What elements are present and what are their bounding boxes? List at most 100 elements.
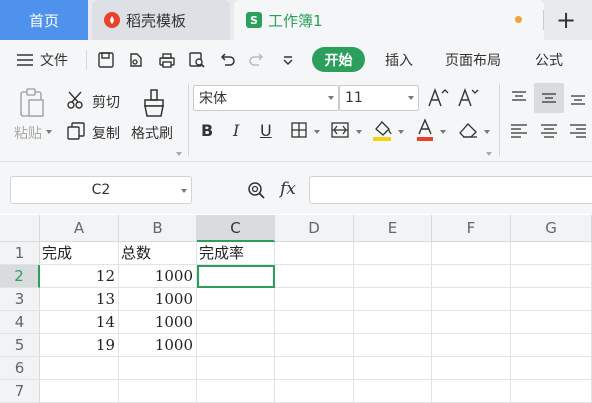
copy-button[interactable]: 复制 [92,123,120,143]
paste-button[interactable]: 粘贴 [14,123,42,143]
cell-c7[interactable] [197,380,275,403]
export-icon[interactable] [126,50,146,70]
tab-workbook[interactable]: S 工作簿1 [234,0,544,40]
row-header-2[interactable]: 2 [0,265,40,288]
cell-b1[interactable]: 总数 [119,242,197,265]
menu-formula[interactable]: 公式 [535,48,563,72]
more-dropdown-icon[interactable] [278,50,298,70]
cell-b2[interactable]: 1000 [119,265,197,288]
cell-e3[interactable] [354,288,432,311]
row-header-3[interactable]: 3 [0,288,40,311]
name-box[interactable]: C2 [10,176,192,204]
cell-c5[interactable] [197,334,275,357]
bold-button[interactable]: B [201,121,213,140]
column-header-b[interactable]: B [119,215,197,242]
cell-f4[interactable] [432,311,511,334]
cell-g1[interactable] [511,242,592,265]
align-right-icon[interactable] [566,120,590,142]
undo-icon[interactable] [217,50,237,70]
cut-button[interactable]: 剪切 [92,92,120,112]
cell-d4[interactable] [275,311,354,334]
cell-f2[interactable] [432,265,511,288]
cell-a6[interactable] [40,357,119,380]
cell-d2[interactable] [275,265,354,288]
align-left-icon[interactable] [507,120,531,142]
cell-a5[interactable]: 19 [40,334,119,357]
cell-b3[interactable]: 1000 [119,288,197,311]
column-header-d[interactable]: D [275,215,354,242]
font-size-select[interactable]: 11 [339,85,419,111]
cell-b5[interactable]: 1000 [119,334,197,357]
font-color-icon[interactable] [414,118,436,142]
cell-g6[interactable] [511,357,592,380]
align-top-icon[interactable] [507,87,531,109]
cell-d5[interactable] [275,334,354,357]
cell-d1[interactable] [275,242,354,265]
menu-insert[interactable]: 插入 [385,48,413,72]
column-header-c[interactable]: C [197,215,275,242]
cell-g4[interactable] [511,311,592,334]
tab-home[interactable]: 首页 [0,0,88,40]
cell-e2[interactable] [354,265,432,288]
new-tab-button[interactable]: + [556,6,576,34]
cell-a4[interactable]: 14 [40,311,119,334]
row-header-4[interactable]: 4 [0,311,40,334]
format-painter-icon[interactable] [138,86,170,120]
font-expand-icon[interactable] [486,152,492,156]
column-header-f[interactable]: F [432,215,511,242]
paste-icon[interactable] [16,86,48,120]
cell-d3[interactable] [275,288,354,311]
merge-icon[interactable] [329,120,351,140]
row-header-6[interactable]: 6 [0,357,40,380]
row-header-5[interactable]: 5 [0,334,40,357]
cell-g5[interactable] [511,334,592,357]
align-bottom-icon[interactable] [566,87,590,109]
underline-button[interactable]: U [260,121,272,140]
cell-a7[interactable] [40,380,119,403]
cell-b4[interactable]: 1000 [119,311,197,334]
cell-f1[interactable] [432,242,511,265]
cell-e5[interactable] [354,334,432,357]
select-all-corner[interactable] [0,215,40,242]
tab-template[interactable]: 稻壳模板 [92,0,230,40]
redo-icon[interactable] [247,50,267,70]
cell-g2[interactable] [511,265,592,288]
clipboard-expand-icon[interactable] [176,152,182,156]
cell-e1[interactable] [354,242,432,265]
cell-e6[interactable] [354,357,432,380]
cell-a1[interactable]: 完成 [40,242,119,265]
file-menu[interactable]: 文件 [16,48,68,72]
cell-d7[interactable] [275,380,354,403]
column-header-g[interactable]: G [511,215,592,242]
cell-c2[interactable] [197,265,275,288]
copy-icon[interactable] [66,121,86,141]
cell-d6[interactable] [275,357,354,380]
increase-font-icon[interactable] [427,87,449,109]
cell-g3[interactable] [511,288,592,311]
format-painter-button[interactable]: 格式刷 [131,123,173,143]
eraser-icon[interactable] [456,120,480,140]
cell-e7[interactable] [354,380,432,403]
column-header-e[interactable]: E [354,215,432,242]
cell-f6[interactable] [432,357,511,380]
cell-e4[interactable] [354,311,432,334]
print-preview-icon[interactable] [187,50,207,70]
cell-f3[interactable] [432,288,511,311]
cell-c1[interactable]: 完成率 [197,242,275,265]
align-center-icon[interactable] [537,120,561,142]
fx-icon[interactable]: fx [280,179,296,199]
zoom-search-icon[interactable] [246,180,268,202]
cell-b6[interactable] [119,357,197,380]
formula-input[interactable] [309,176,592,204]
cell-c3[interactable] [197,288,275,311]
column-header-a[interactable]: A [40,215,119,242]
decrease-font-icon[interactable] [457,87,479,109]
cell-a2[interactable]: 12 [40,265,119,288]
print-icon[interactable] [157,50,177,70]
scissors-icon[interactable] [66,90,86,110]
italic-button[interactable]: I [233,121,239,140]
border-icon[interactable] [289,120,309,140]
cell-g7[interactable] [511,380,592,403]
menu-page-layout[interactable]: 页面布局 [445,48,501,72]
fill-color-icon[interactable] [371,118,393,142]
